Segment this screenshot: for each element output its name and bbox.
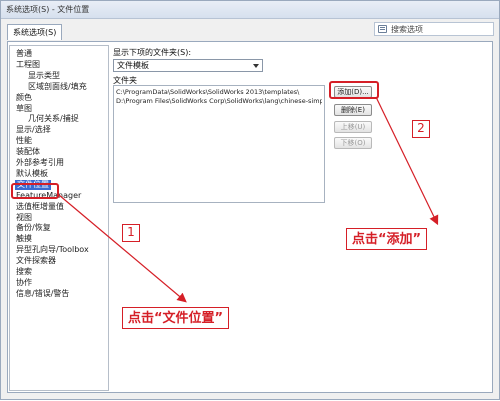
move-up-button[interactable]: 上移(U) <box>334 121 372 133</box>
move-down-button[interactable]: 下移(O) <box>334 137 372 149</box>
sidebar-item[interactable]: 装配体 <box>16 147 40 157</box>
sidebar-item[interactable]: 备份/恢复 <box>16 223 51 233</box>
sidebar-item[interactable]: 默认模板 <box>16 169 48 179</box>
tab-row: 系统选项(S) 搜索选项 <box>1 19 499 41</box>
sidebar-item[interactable]: 性能 <box>16 136 32 146</box>
search-placeholder: 搜索选项 <box>391 25 423 34</box>
tab-system-options[interactable]: 系统选项(S) <box>7 24 63 40</box>
folder-type-value: 文件模板 <box>117 61 149 70</box>
step-1-number: 1 <box>122 224 140 242</box>
search-box[interactable]: 搜索选项 <box>374 22 494 36</box>
sidebar-item[interactable]: 信息/错误/警告 <box>16 289 69 299</box>
sidebar-item[interactable]: 文件探索器 <box>16 256 56 266</box>
options-nav-list: 普通 工程图 显示类型 区域剖面线/填充 颜色 草图 几何关系/捕捉 显示/选择 性能 装配体 外部… <box>9 45 109 391</box>
list-item[interactable]: C:\ProgramData\SolidWorks\SolidWorks 201… <box>116 88 322 97</box>
sidebar-item[interactable]: 普通 <box>16 49 32 59</box>
sidebar-item[interactable]: 显示类型 <box>28 71 60 81</box>
sidebar-item[interactable]: 工程图 <box>16 60 40 70</box>
sidebar-item[interactable]: 异型孔向导/Toolbox <box>16 245 89 255</box>
sidebar-item[interactable]: 草图 <box>16 104 32 114</box>
list-item[interactable]: D:\Program Files\SolidWorks Corp\SolidWo… <box>116 97 322 106</box>
nav-highlight-box <box>11 183 59 199</box>
folder-type-select[interactable]: 文件模板 <box>113 59 263 72</box>
step-2-number: 2 <box>412 120 430 138</box>
sidebar-item[interactable]: 区域剖面线/填充 <box>28 82 87 92</box>
title-bar: 系统选项(S) - 文件位置 <box>1 1 499 19</box>
show-folders-label: 显示下项的文件夹(S): <box>113 48 192 57</box>
file-locations-content: 显示下项的文件夹(S): 文件模板 文件夹 C:\ProgramData\Sol… <box>113 45 495 391</box>
sidebar-item[interactable]: 选值框增量值 <box>16 202 64 212</box>
sidebar-item[interactable]: 协作 <box>16 278 32 288</box>
sidebar-item[interactable]: 颜色 <box>16 93 32 103</box>
sidebar-item[interactable]: 显示/选择 <box>16 125 51 135</box>
sidebar-item[interactable]: 搜索 <box>16 267 32 277</box>
sidebar-item[interactable]: 触摸 <box>16 234 32 244</box>
folders-list[interactable]: C:\ProgramData\SolidWorks\SolidWorks 201… <box>113 85 325 203</box>
delete-folder-button[interactable]: 删除(E) <box>334 104 372 116</box>
system-options-window: 系统选项(S) - 文件位置 系统选项(S) 搜索选项 普通 工程图 显示类型 区域剖… <box>0 0 500 400</box>
chevron-down-icon <box>253 64 259 68</box>
window-title: 系统选项(S) - 文件位置 <box>6 5 90 14</box>
step-1-callout: 点击“文件位置” <box>122 307 230 329</box>
sidebar-item[interactable]: 视图 <box>16 213 32 223</box>
sidebar-item[interactable]: 外部参考引用 <box>16 158 64 168</box>
search-options-icon <box>378 25 387 33</box>
sidebar-item[interactable]: 几何关系/捕捉 <box>28 114 79 124</box>
add-button-highlight-box <box>329 81 379 99</box>
step-2-callout: 点击“添加” <box>346 228 428 250</box>
